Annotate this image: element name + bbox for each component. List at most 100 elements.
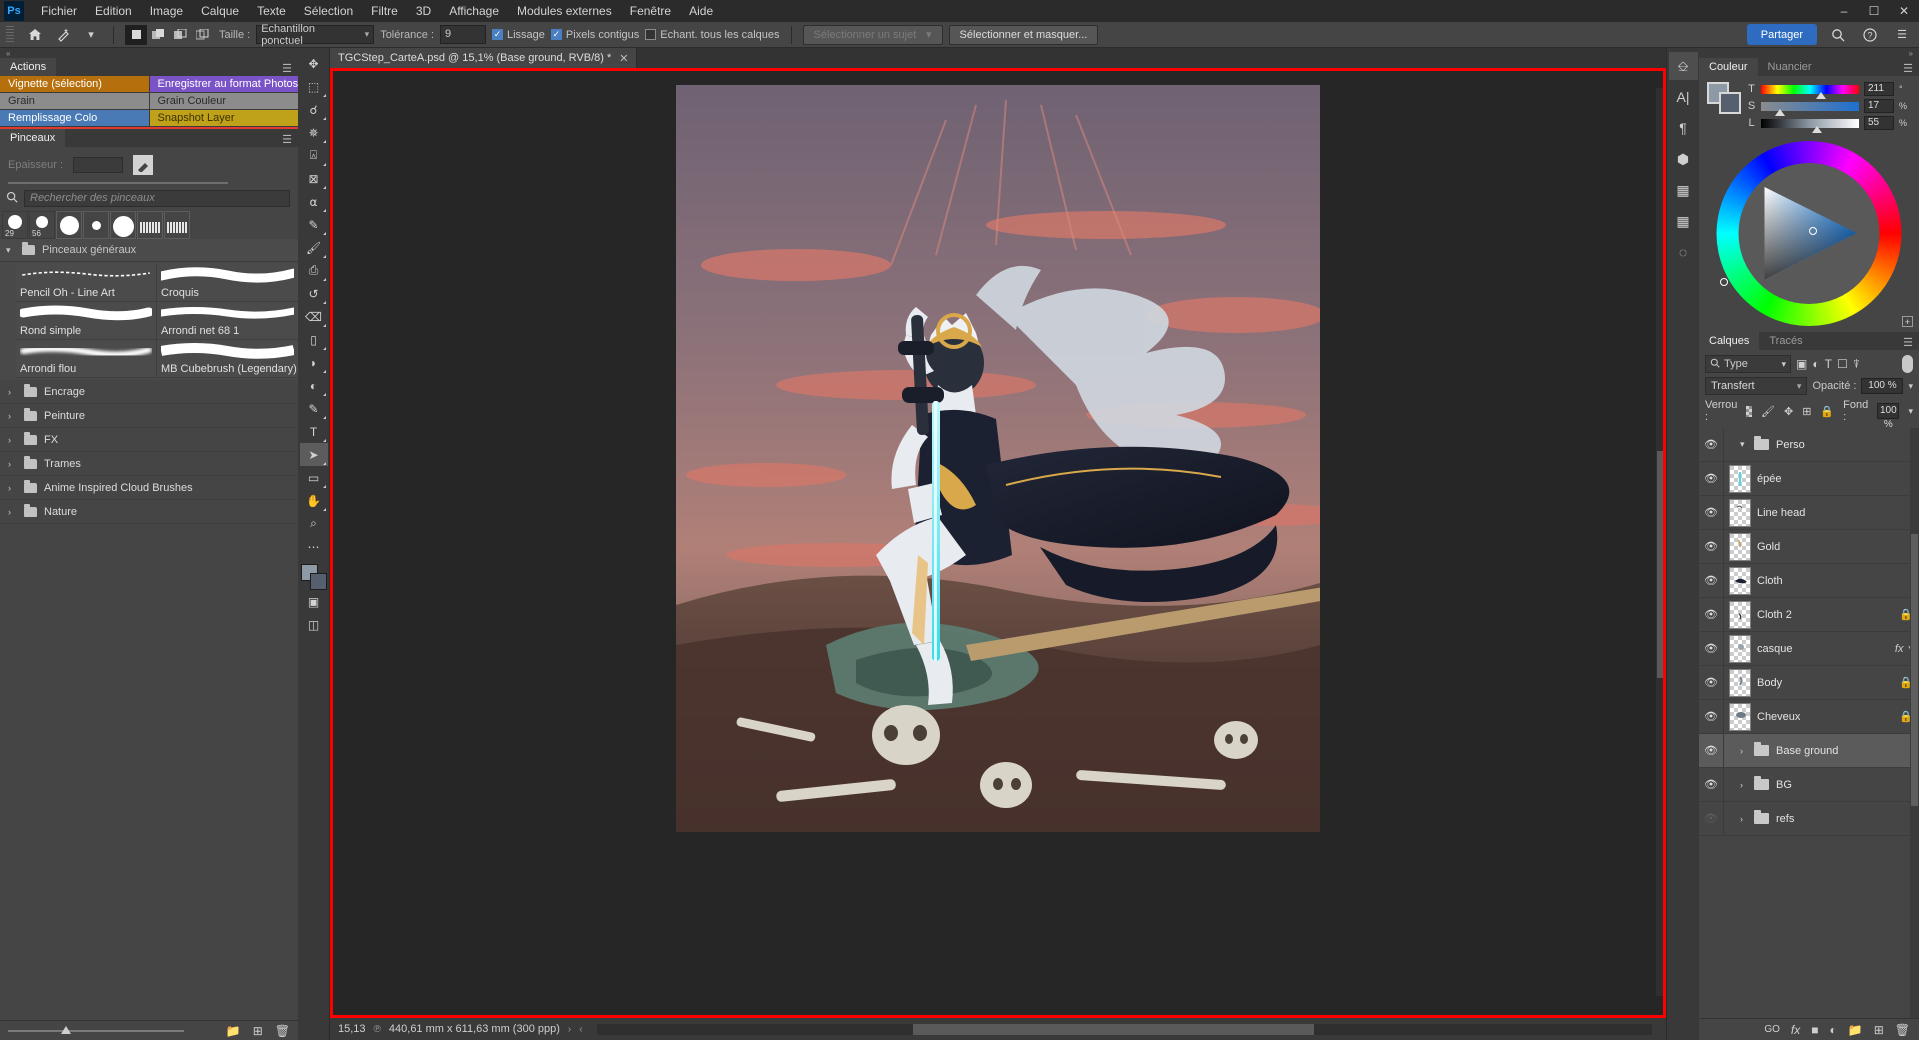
tool-lasso[interactable]: ☌ [300,98,328,121]
add-swatch-icon[interactable]: + [1902,316,1913,327]
brush-search-input[interactable]: Rechercher des pinceaux [24,190,290,207]
brushes-size-slider[interactable] [8,1025,184,1034]
tab-nuancier[interactable]: Nuancier [1757,58,1822,76]
tolerance-input[interactable]: 9 [440,25,486,44]
actions-panel-menu-icon[interactable]: ☰ [282,62,292,75]
new-folder-icon[interactable]: 📁 [226,1024,241,1038]
tool-more[interactable]: ⋯ [300,535,328,558]
action-button-grain[interactable]: Grain [0,93,150,110]
brush-folder-anime-inspired-cloud-brushes[interactable]: › Anime Inspired Cloud Brushes [0,476,298,500]
scrollbar-thumb[interactable] [913,1023,1315,1035]
layer-style-icon[interactable]: fx [1791,1023,1800,1037]
left-dock-collapse-button[interactable]: « [0,48,298,58]
tool-path-selection[interactable]: ➤ [299,443,328,466]
brush-folder-peinture[interactable]: › Peinture [0,404,298,428]
home-icon[interactable] [24,25,46,45]
brush-preset-5[interactable] [110,211,136,239]
layer-row-base-ground[interactable]: 👁 › Base ground [1699,734,1919,768]
maximize-button[interactable]: ☐ [1859,0,1889,22]
tool-clone-stamp[interactable]: ⎙ [300,259,328,282]
lock-transparent-icon[interactable] [1746,405,1752,417]
chevron-right-icon[interactable]: › [1740,746,1754,756]
tool-blur[interactable]: ◗ [300,351,328,374]
color-wheel-area[interactable]: + [1699,137,1919,332]
brush-preset-56[interactable]: 56 [29,211,55,239]
action-button-remplissage-colo[interactable]: Remplissage Colo [0,110,150,127]
brush-item-arrondi-flou[interactable]: Arrondi flou [16,340,157,378]
saturation-slider[interactable] [1761,101,1859,116]
contiguous-checkbox[interactable]: ✓ Pixels contigus [550,29,639,41]
tab-calques[interactable]: Calques [1699,332,1760,350]
brush-preset-4[interactable] [83,211,109,239]
slider-thumb[interactable] [1774,108,1785,116]
action-button-grain-couleur[interactable]: Grain Couleur [149,93,298,110]
menu-item-affichage[interactable]: Affichage [440,1,508,21]
canvas-vertical-scrollbar[interactable] [1656,88,1666,996]
help-icon[interactable]: ? [1859,25,1881,45]
layer-visibility-icon[interactable]: 👁 [1699,676,1723,689]
menu-item-calque[interactable]: Calque [192,1,248,21]
smart-object-filter-icon[interactable]: ⍒ [1853,357,1860,372]
search-icon[interactable] [1827,25,1849,45]
layer-visibility-icon[interactable]: 👁 [1699,506,1723,519]
layer-visibility-icon[interactable]: 👁 [1699,540,1723,553]
menu-item-aide[interactable]: Aide [680,1,722,21]
menu-item-3d[interactable]: 3D [407,1,440,21]
action-button-vignette[interactable]: Vignette (sélection) [0,76,150,93]
select-subject-button[interactable]: Sélectionner un sujet ▾ [802,24,943,45]
layer-row-refs[interactable]: 👁 › refs [1699,802,1919,836]
new-brush-icon[interactable]: ⊞ [253,1024,263,1038]
document-tab[interactable]: TGCStep_CarteA.psd @ 15,1% (Base ground,… [330,48,638,68]
tool-marquee[interactable]: ⬚ [300,75,328,98]
lock-all-icon[interactable]: 🔒 [1820,405,1834,418]
character-icon[interactable]: A| [1669,83,1698,111]
layer-row-line-head[interactable]: 👁 Line head [1699,496,1919,530]
magic-wand-icon[interactable] [52,25,74,45]
layer-row-bg[interactable]: 👁 › BG [1699,768,1919,802]
brush-preview-icon[interactable] [133,155,154,175]
tool-object-selection[interactable]: ✵ [300,121,328,144]
shape-filter-icon[interactable]: ☐ [1837,357,1848,371]
tool-type[interactable]: T [300,420,328,443]
tool-move[interactable]: ✥ [300,52,328,75]
3d-icon[interactable]: ⬢ [1669,145,1698,173]
chevron-down-icon[interactable]: ▾ [1740,439,1754,450]
tab-traces[interactable]: Tracés [1759,332,1813,350]
tool-brush[interactable]: 🖌 [300,236,328,259]
menu-item-fenetre[interactable]: Fenêtre [621,1,680,21]
tool-frame[interactable]: ⊠ [300,167,328,190]
layer-row-perso[interactable]: 👁 ▾ Perso [1699,428,1919,462]
menu-item-modules-externes[interactable]: Modules externes [508,1,621,21]
slider-thumb[interactable] [1815,91,1826,99]
menu-item-texte[interactable]: Texte [248,1,295,21]
artboard[interactable] [676,85,1320,832]
triangle-selector-dot[interactable] [1809,227,1817,235]
scrollbar-thumb[interactable] [1657,451,1665,679]
grid-icon[interactable]: ☰ [1891,25,1913,45]
tool-history-brush[interactable]: ↺ [300,282,328,305]
brush-item-croquis[interactable]: Croquis [157,264,298,302]
adjustments-icon[interactable]: ◌ [1669,238,1698,266]
brush-folder-trames[interactable]: › Trames [0,452,298,476]
lock-artboard-icon[interactable]: ⊞ [1802,405,1811,418]
filter-enable-toggle[interactable] [1902,355,1913,373]
lightness-value[interactable]: 55 [1864,116,1894,130]
brush-preset-29[interactable]: 29 [2,211,28,239]
tool-eraser[interactable]: ⌫ [300,305,328,328]
share-button[interactable]: Partager [1746,24,1817,45]
layer-visibility-icon[interactable]: 👁 [1699,438,1723,451]
tool-rectangle[interactable]: ▭ [300,466,328,489]
action-button-enregistrer-photoshop[interactable]: Enregistrer au format Photos... [149,76,298,93]
status-expand-icon[interactable]: › [568,1024,571,1035]
layer-row-casque[interactable]: 👁 casque fx ▾ [1699,632,1919,666]
chevron-down-icon[interactable]: ▾ [1908,381,1913,392]
menu-item-image[interactable]: Image [141,1,192,21]
brush-preset-3[interactable] [56,211,82,239]
menu-item-selection[interactable]: Sélection [295,1,362,21]
paragraph-icon[interactable]: ¶ [1669,114,1698,142]
brush-item-mb-cubebrush[interactable]: MB Cubebrush (Legendary) [157,340,298,378]
brush-group-pinceaux-generaux[interactable]: ▾ Pinceaux généraux [0,239,298,262]
menu-item-edition[interactable]: Edition [86,1,141,21]
delete-icon[interactable]: 🗑 [275,1024,290,1038]
layer-visibility-icon[interactable]: 👁 [1699,710,1723,723]
